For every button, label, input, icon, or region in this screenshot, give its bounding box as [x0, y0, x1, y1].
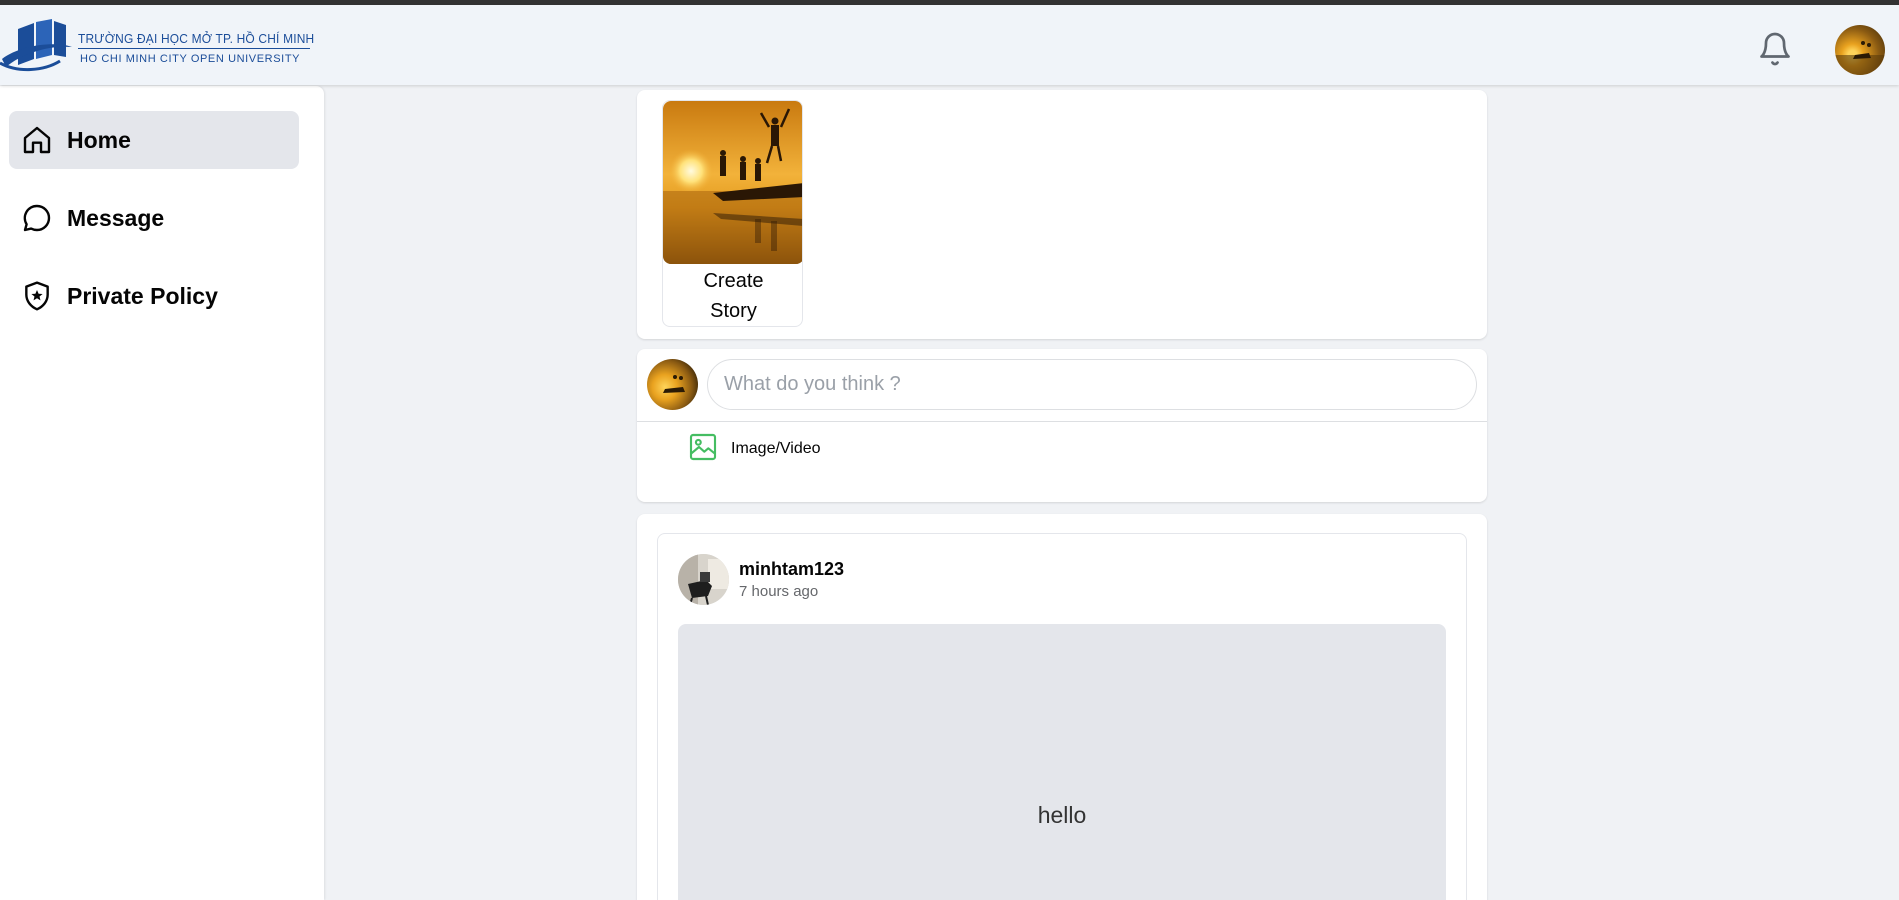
- composer-avatar[interactable]: [647, 359, 698, 410]
- image-video-label: Image/Video: [731, 440, 821, 457]
- logo-title-vietnamese: TRƯỜNG ĐẠI HỌC MỞ TP. HỒ CHÍ MINH: [78, 31, 315, 46]
- left-sidebar: Home Message Private Policy: [0, 86, 324, 900]
- composer-divider: [637, 421, 1487, 422]
- post-composer: Image/Video: [637, 349, 1487, 502]
- shield-star-icon: [19, 278, 55, 314]
- sidebar-item-label: Private Policy: [67, 282, 218, 309]
- story-cover-image: [663, 101, 802, 264]
- stories-panel: Create Story: [637, 90, 1487, 339]
- home-icon: [19, 122, 55, 158]
- create-story-button[interactable]: Create Story: [662, 100, 803, 327]
- logo-emblem-icon: [0, 19, 72, 72]
- create-story-label-line2: Story: [710, 300, 757, 322]
- sidebar-item-label: Home: [67, 126, 131, 153]
- post-author-avatar[interactable]: [678, 554, 729, 605]
- post-text: hello: [1037, 802, 1087, 828]
- top-header: TRƯỜNG ĐẠI HỌC MỞ TP. HỒ CHÍ MINH HO CHI…: [0, 5, 1899, 85]
- sidebar-item-message[interactable]: Message: [9, 189, 299, 247]
- post-input[interactable]: [707, 359, 1477, 410]
- logo-divider: [78, 48, 310, 49]
- post-author-name[interactable]: minhtam123: [739, 559, 844, 580]
- sidebar-item-label: Message: [67, 204, 165, 231]
- feed: minhtam123 7 hours ago hello: [637, 514, 1487, 900]
- post-content: hello: [678, 624, 1446, 900]
- image-icon: [687, 431, 719, 468]
- logo-title-english: HO CHI MINH CITY OPEN UNIVERSITY: [80, 53, 301, 65]
- post-timestamp: 7 hours ago: [739, 583, 819, 600]
- user-avatar[interactable]: [1835, 25, 1885, 75]
- sidebar-item-private-policy[interactable]: Private Policy: [9, 267, 299, 325]
- image-video-button[interactable]: Image/Video: [687, 429, 821, 469]
- post-card: minhtam123 7 hours ago hello: [657, 533, 1467, 900]
- create-story-label: Create Story: [663, 264, 802, 326]
- chat-bubble-icon: [19, 200, 55, 236]
- bell-icon[interactable]: [1757, 31, 1793, 67]
- create-story-label-line1: Create: [703, 270, 764, 292]
- university-logo[interactable]: TRƯỜNG ĐẠI HỌC MỞ TP. HỒ CHÍ MINH HO CHI…: [0, 19, 320, 75]
- sidebar-item-home[interactable]: Home: [9, 111, 299, 169]
